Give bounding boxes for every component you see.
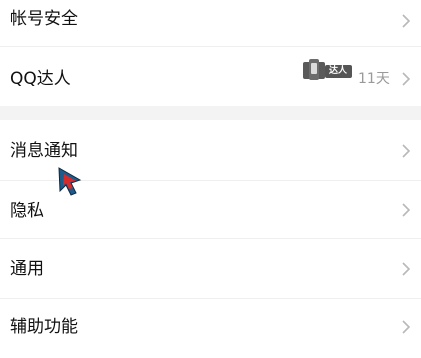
chevron-right-icon <box>402 320 410 334</box>
accessibility-label: 辅助功能 <box>10 317 78 337</box>
qq-master-label: QQ达人 <box>10 69 71 89</box>
account-security-row[interactable]: 帐号安全 <box>0 0 421 44</box>
notifications-label: 消息通知 <box>10 141 78 161</box>
general-row[interactable]: 通用 <box>0 239 421 297</box>
chevron-right-icon <box>402 262 410 276</box>
chevron-right-icon <box>402 72 410 86</box>
chevron-right-icon <box>402 14 410 28</box>
section-separator <box>0 106 421 120</box>
qq-master-row[interactable]: QQ达人 达人 11天 <box>0 47 421 105</box>
chevron-right-icon <box>402 203 410 217</box>
settings-screen: 帐号安全 QQ达人 达人 11天 消息通知 隐私 通用 辅助功能 <box>0 0 421 358</box>
chevron-right-icon <box>402 144 410 158</box>
qq-master-badge-text: 达人 <box>329 66 348 76</box>
privacy-label: 隐私 <box>10 201 44 221</box>
mouse-pointer-icon <box>58 167 82 196</box>
general-label: 通用 <box>10 259 44 279</box>
qq-master-days: 11天 <box>358 71 390 87</box>
accessibility-row[interactable]: 辅助功能 <box>0 299 421 358</box>
account-security-label: 帐号安全 <box>10 9 78 29</box>
